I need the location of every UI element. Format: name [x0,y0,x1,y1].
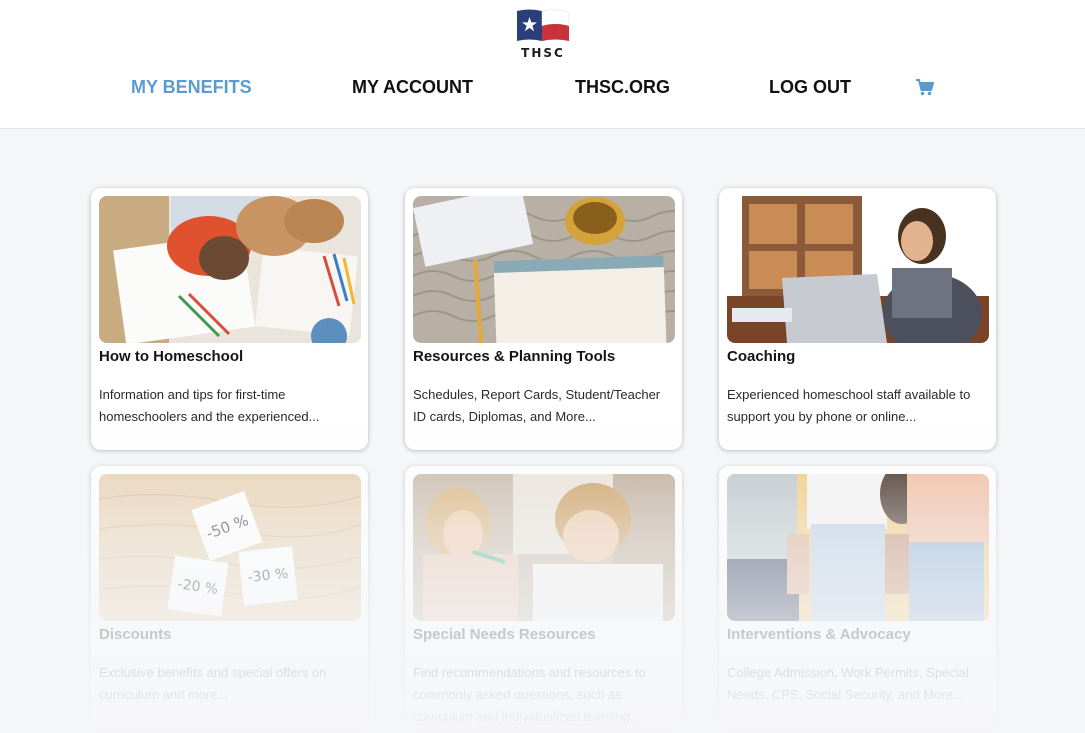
card-discounts[interactable]: -50 % -20 % -30 % Discounts Exclusive be… [91,466,368,728]
card-image-discount-tags: -50 % -20 % -30 % [99,474,361,621]
nav-my-account[interactable]: MY ACCOUNT [352,77,473,98]
card-description: Find recommendations and resources to co… [413,665,646,724]
shopping-cart-icon[interactable] [916,79,935,96]
card-title: Interventions & Advocacy [727,626,911,643]
card-description: Schedules, Report Cards, Student/Teacher… [413,387,661,424]
card-title: Discounts [99,626,172,643]
card-image-children-drawing [99,196,361,343]
card-description: College Admission, Work Permits, Special… [727,665,969,702]
card-image-woman-laptop [727,196,989,343]
card-image-kids-coloring [413,474,675,621]
card-title: Coaching [727,348,796,365]
nav-log-out[interactable]: LOG OUT [769,77,851,98]
card-resources-planning-tools[interactable]: Resources & Planning Tools Schedules, Re… [405,188,682,450]
card-how-to-homeschool[interactable]: How to Homeschool Information and tips f… [91,188,368,450]
card-image-women-holding-hands [727,474,989,621]
nav-thsc-org[interactable]: THSC.ORG [575,77,670,98]
thsc-logo[interactable]: THSC [515,8,571,62]
texas-flag-icon [517,9,570,41]
card-image-planner [413,196,675,343]
card-coaching[interactable]: Coaching Experienced homeschool staff av… [719,188,996,450]
card-title: Special Needs Resources [413,626,596,643]
card-interventions-advocacy[interactable]: Interventions & Advocacy College Admissi… [719,466,996,728]
card-description: Information and tips for first-time home… [99,387,320,424]
card-description: Exclusive benefits and special offers on… [99,665,327,702]
site-header: THSC MY BENEFITS MY ACCOUNT THSC.ORG LOG… [0,0,1085,129]
card-title: How to Homeschool [99,348,244,365]
card-description: Experienced homeschool staff available t… [727,387,971,424]
card-title: Resources & Planning Tools [413,348,616,365]
logo-text: THSC [521,46,565,60]
card-special-needs-resources[interactable]: Special Needs Resources Find recommendat… [405,466,682,728]
nav-my-benefits[interactable]: MY BENEFITS [131,77,252,98]
